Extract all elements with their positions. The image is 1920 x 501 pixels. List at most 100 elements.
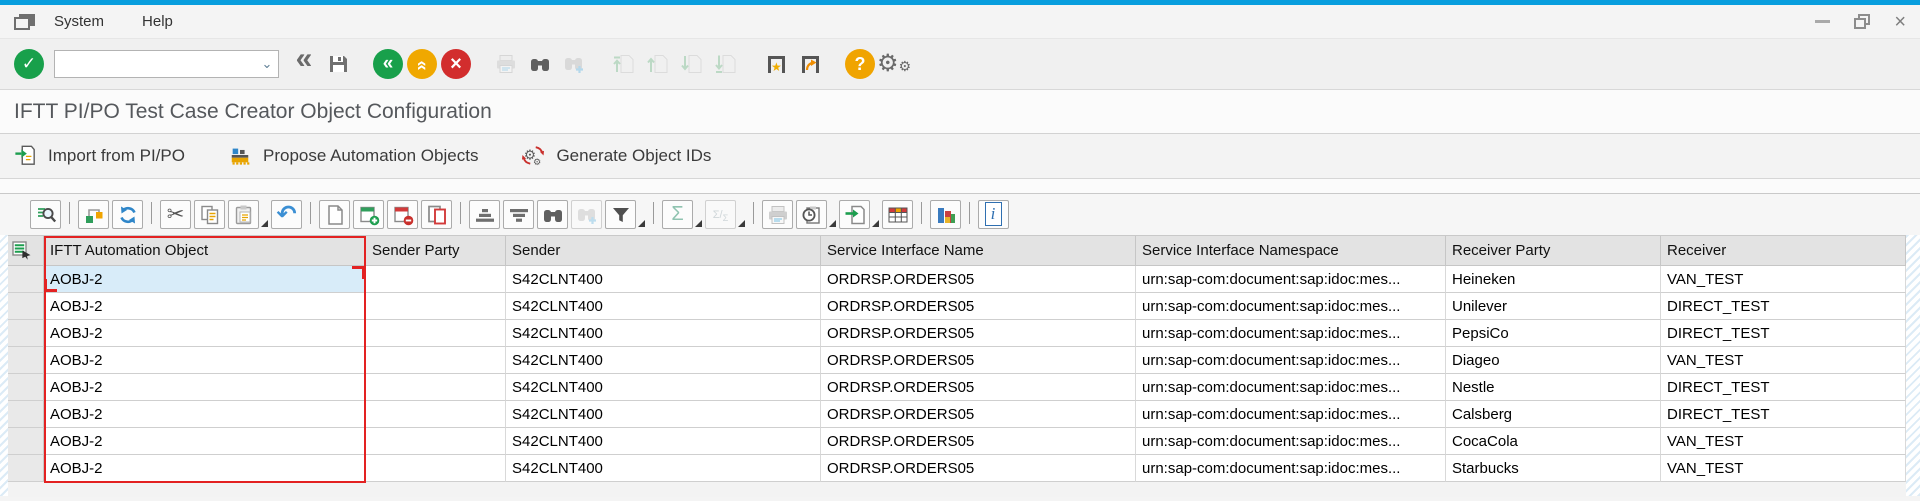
- row-selector[interactable]: [8, 401, 44, 428]
- save-button[interactable]: [321, 47, 355, 81]
- command-field[interactable]: ⌄: [54, 50, 279, 78]
- table-cell[interactable]: Nestle: [1446, 374, 1661, 401]
- table-cell[interactable]: Heineken: [1446, 266, 1661, 293]
- table-cell[interactable]: Starbucks: [1446, 455, 1661, 482]
- table-cell[interactable]: S42CLNT400: [506, 455, 821, 482]
- table-cell[interactable]: ORDRSP.ORDERS05: [821, 374, 1136, 401]
- table-cell[interactable]: PepsiCo: [1446, 320, 1661, 347]
- table-cell[interactable]: [366, 374, 506, 401]
- restore-icon[interactable]: [1854, 14, 1870, 29]
- column-header-sender-party[interactable]: Sender Party: [366, 236, 506, 266]
- dropdown-arrow-icon[interactable]: [738, 220, 745, 227]
- minimize-icon[interactable]: [1815, 20, 1830, 23]
- table-cell[interactable]: S42CLNT400: [506, 347, 821, 374]
- table-cell[interactable]: urn:sap-com:document:sap:idoc:mes...: [1136, 374, 1446, 401]
- table-cell[interactable]: DIRECT_TEST: [1661, 374, 1906, 401]
- menu-item-help[interactable]: Help: [142, 13, 173, 30]
- table-cell[interactable]: [366, 266, 506, 293]
- double-chevron-left-button[interactable]: «: [287, 47, 321, 81]
- help-button[interactable]: ?: [843, 47, 877, 81]
- export-button[interactable]: [839, 200, 870, 229]
- command-field-input[interactable]: [55, 51, 256, 77]
- table-cell[interactable]: Unilever: [1446, 293, 1661, 320]
- table-cell[interactable]: [366, 320, 506, 347]
- table-cell[interactable]: urn:sap-com:document:sap:idoc:mes...: [1136, 347, 1446, 374]
- table-cell[interactable]: S42CLNT400: [506, 374, 821, 401]
- dropdown-arrow-icon[interactable]: [695, 220, 702, 227]
- dropdown-arrow-icon[interactable]: [638, 220, 645, 227]
- column-header-sender[interactable]: Sender: [506, 236, 821, 266]
- graphic-button[interactable]: [930, 200, 961, 229]
- table-cell[interactable]: VAN_TEST: [1661, 347, 1906, 374]
- row-selector[interactable]: [8, 320, 44, 347]
- table-cell[interactable]: S42CLNT400: [506, 428, 821, 455]
- customize-layout-button[interactable]: ⚙⚙: [877, 47, 911, 81]
- row-selector[interactable]: [8, 455, 44, 482]
- table-cell[interactable]: DIRECT_TEST: [1661, 293, 1906, 320]
- find-button[interactable]: [537, 200, 568, 229]
- menu-item-system[interactable]: System: [54, 13, 104, 30]
- row-selector[interactable]: [8, 428, 44, 455]
- table-cell[interactable]: AOBJ-2: [44, 455, 366, 482]
- table-cell[interactable]: ORDRSP.ORDERS05: [821, 428, 1136, 455]
- column-header-iftt-automation-object[interactable]: IFTT Automation Object: [44, 236, 366, 266]
- find-button[interactable]: [523, 47, 557, 81]
- row-selector[interactable]: [8, 293, 44, 320]
- table-cell[interactable]: ORDRSP.ORDERS05: [821, 455, 1136, 482]
- cancel-button[interactable]: ×: [439, 47, 473, 81]
- table-cell[interactable]: DIRECT_TEST: [1661, 401, 1906, 428]
- info-button[interactable]: i: [978, 200, 1009, 229]
- paste-button[interactable]: [228, 200, 259, 229]
- insert-row-button[interactable]: [353, 200, 384, 229]
- filter-button[interactable]: [605, 200, 636, 229]
- table-cell[interactable]: urn:sap-com:document:sap:idoc:mes...: [1136, 320, 1446, 347]
- table-cell[interactable]: ORDRSP.ORDERS05: [821, 320, 1136, 347]
- table-cell[interactable]: ORDRSP.ORDERS05: [821, 266, 1136, 293]
- enter-button[interactable]: ✓: [12, 47, 46, 81]
- table-cell[interactable]: urn:sap-com:document:sap:idoc:mes...: [1136, 401, 1446, 428]
- create-shortcut-button[interactable]: ★: [759, 47, 793, 81]
- import-from-pipo-button[interactable]: Import from PI/PO: [14, 144, 185, 169]
- column-header-receiver[interactable]: Receiver: [1661, 236, 1906, 266]
- row-selector[interactable]: [8, 266, 44, 293]
- table-cell[interactable]: ORDRSP.ORDERS05: [821, 401, 1136, 428]
- table-cell[interactable]: VAN_TEST: [1661, 428, 1906, 455]
- table-cell[interactable]: AOBJ-2: [44, 266, 366, 293]
- table-cell[interactable]: [366, 455, 506, 482]
- table-cell[interactable]: [366, 428, 506, 455]
- sort-descending-button[interactable]: [503, 200, 534, 229]
- table-cell[interactable]: ORDRSP.ORDERS05: [821, 293, 1136, 320]
- propose-automation-objects-button[interactable]: Propose Automation Objects: [229, 144, 478, 169]
- table-cell[interactable]: [366, 347, 506, 374]
- back-button[interactable]: «: [371, 47, 405, 81]
- table-cell[interactable]: AOBJ-2: [44, 428, 366, 455]
- generate-object-ids-button[interactable]: ⚙⚙ Generate Object IDs: [522, 144, 711, 169]
- table-cell[interactable]: VAN_TEST: [1661, 266, 1906, 293]
- table-cell[interactable]: Calsberg: [1446, 401, 1661, 428]
- column-header-receiver-party[interactable]: Receiver Party: [1446, 236, 1661, 266]
- table-cell[interactable]: Diageo: [1446, 347, 1661, 374]
- sum-button[interactable]: Σ: [662, 200, 693, 229]
- duplicate-row-button[interactable]: [421, 200, 452, 229]
- table-cell[interactable]: AOBJ-2: [44, 320, 366, 347]
- table-cell[interactable]: S42CLNT400: [506, 266, 821, 293]
- new-session-button[interactable]: [793, 47, 827, 81]
- column-header-service-interface-name[interactable]: Service Interface Name: [821, 236, 1136, 266]
- table-cell[interactable]: AOBJ-2: [44, 347, 366, 374]
- undo-button[interactable]: ↶: [271, 200, 302, 229]
- append-row-button[interactable]: [319, 200, 350, 229]
- dropdown-arrow-icon[interactable]: [872, 220, 879, 227]
- row-selector[interactable]: [8, 347, 44, 374]
- table-cell[interactable]: S42CLNT400: [506, 320, 821, 347]
- table-cell[interactable]: AOBJ-2: [44, 374, 366, 401]
- cut-button[interactable]: ✂: [160, 200, 191, 229]
- table-cell[interactable]: DIRECT_TEST: [1661, 320, 1906, 347]
- table-cell[interactable]: CocaCola: [1446, 428, 1661, 455]
- delete-row-button[interactable]: [387, 200, 418, 229]
- table-cell[interactable]: S42CLNT400: [506, 293, 821, 320]
- table-cell[interactable]: urn:sap-com:document:sap:idoc:mes...: [1136, 455, 1446, 482]
- table-cell[interactable]: urn:sap-com:document:sap:idoc:mes...: [1136, 428, 1446, 455]
- exit-button[interactable]: «: [405, 47, 439, 81]
- table-cell[interactable]: [366, 401, 506, 428]
- table-cell[interactable]: ORDRSP.ORDERS05: [821, 347, 1136, 374]
